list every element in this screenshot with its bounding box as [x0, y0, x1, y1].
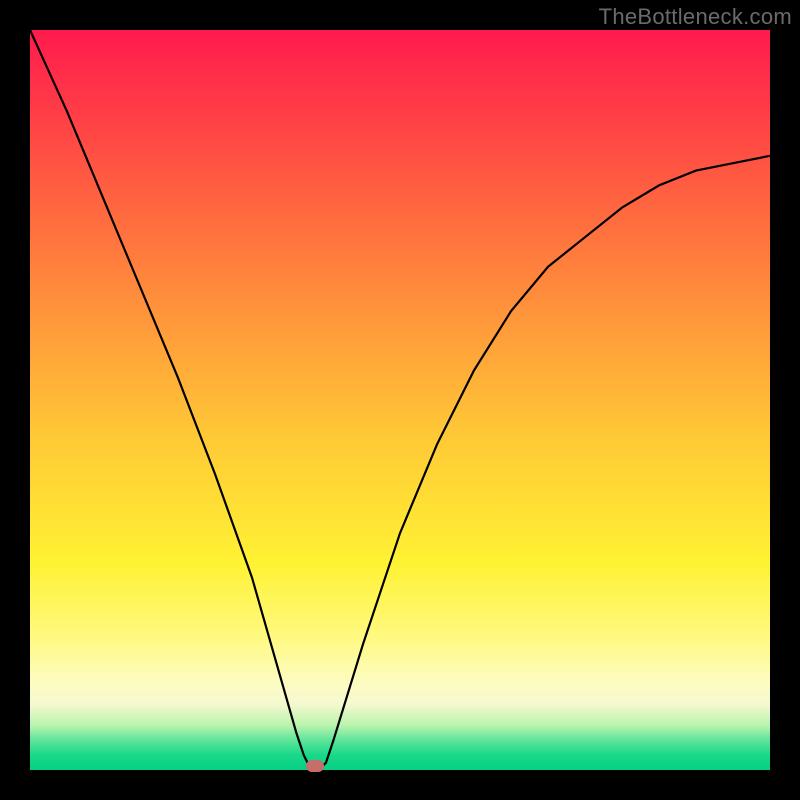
watermark-text: TheBottleneck.com [599, 4, 792, 30]
curve-svg [30, 30, 770, 770]
plot-area [30, 30, 770, 770]
bottleneck-curve-path [30, 30, 770, 770]
chart-frame: TheBottleneck.com [0, 0, 800, 800]
optimum-marker [306, 760, 324, 772]
